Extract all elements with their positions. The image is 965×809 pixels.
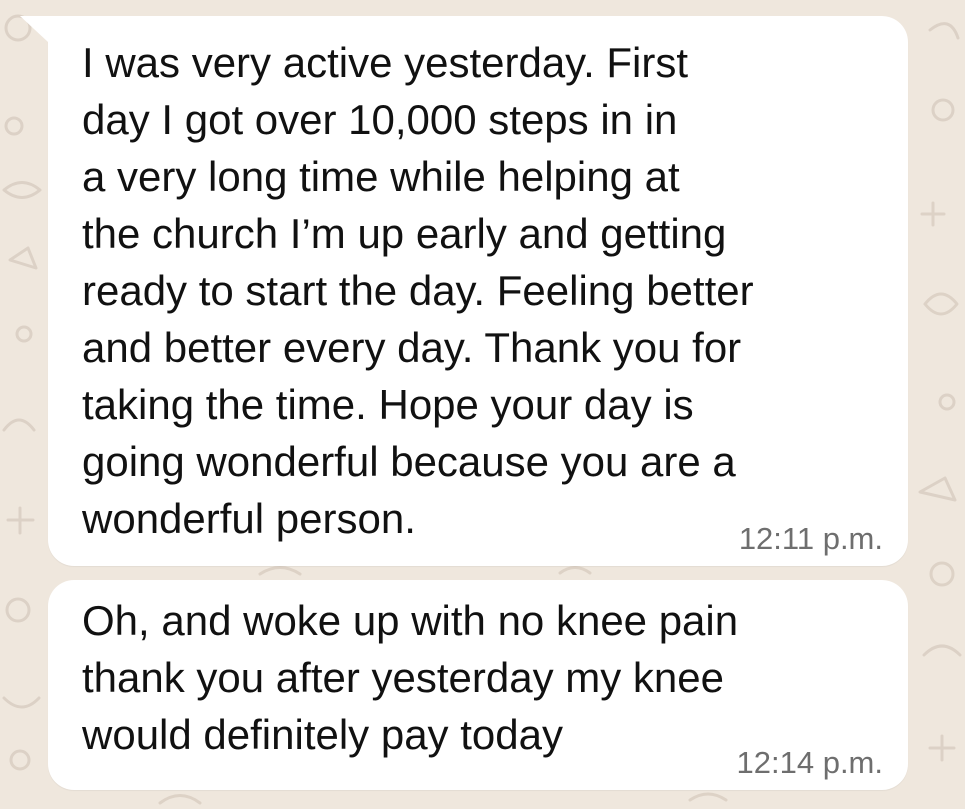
chat-message-list: I was very active yesterday. First day I… [0, 0, 965, 809]
message-text: I was very active yesterday. First day I… [82, 39, 754, 542]
message-text: Oh, and woke up with no knee pain thank … [82, 597, 739, 758]
message-timestamp: 12:14 p.m. [736, 745, 883, 780]
incoming-message-bubble[interactable]: I was very active yesterday. First day I… [20, 16, 908, 566]
incoming-message-bubble[interactable]: Oh, and woke up with no knee pain thank … [48, 580, 908, 790]
message-timestamp: 12:11 p.m. [738, 521, 883, 556]
message-tail [20, 16, 48, 42]
